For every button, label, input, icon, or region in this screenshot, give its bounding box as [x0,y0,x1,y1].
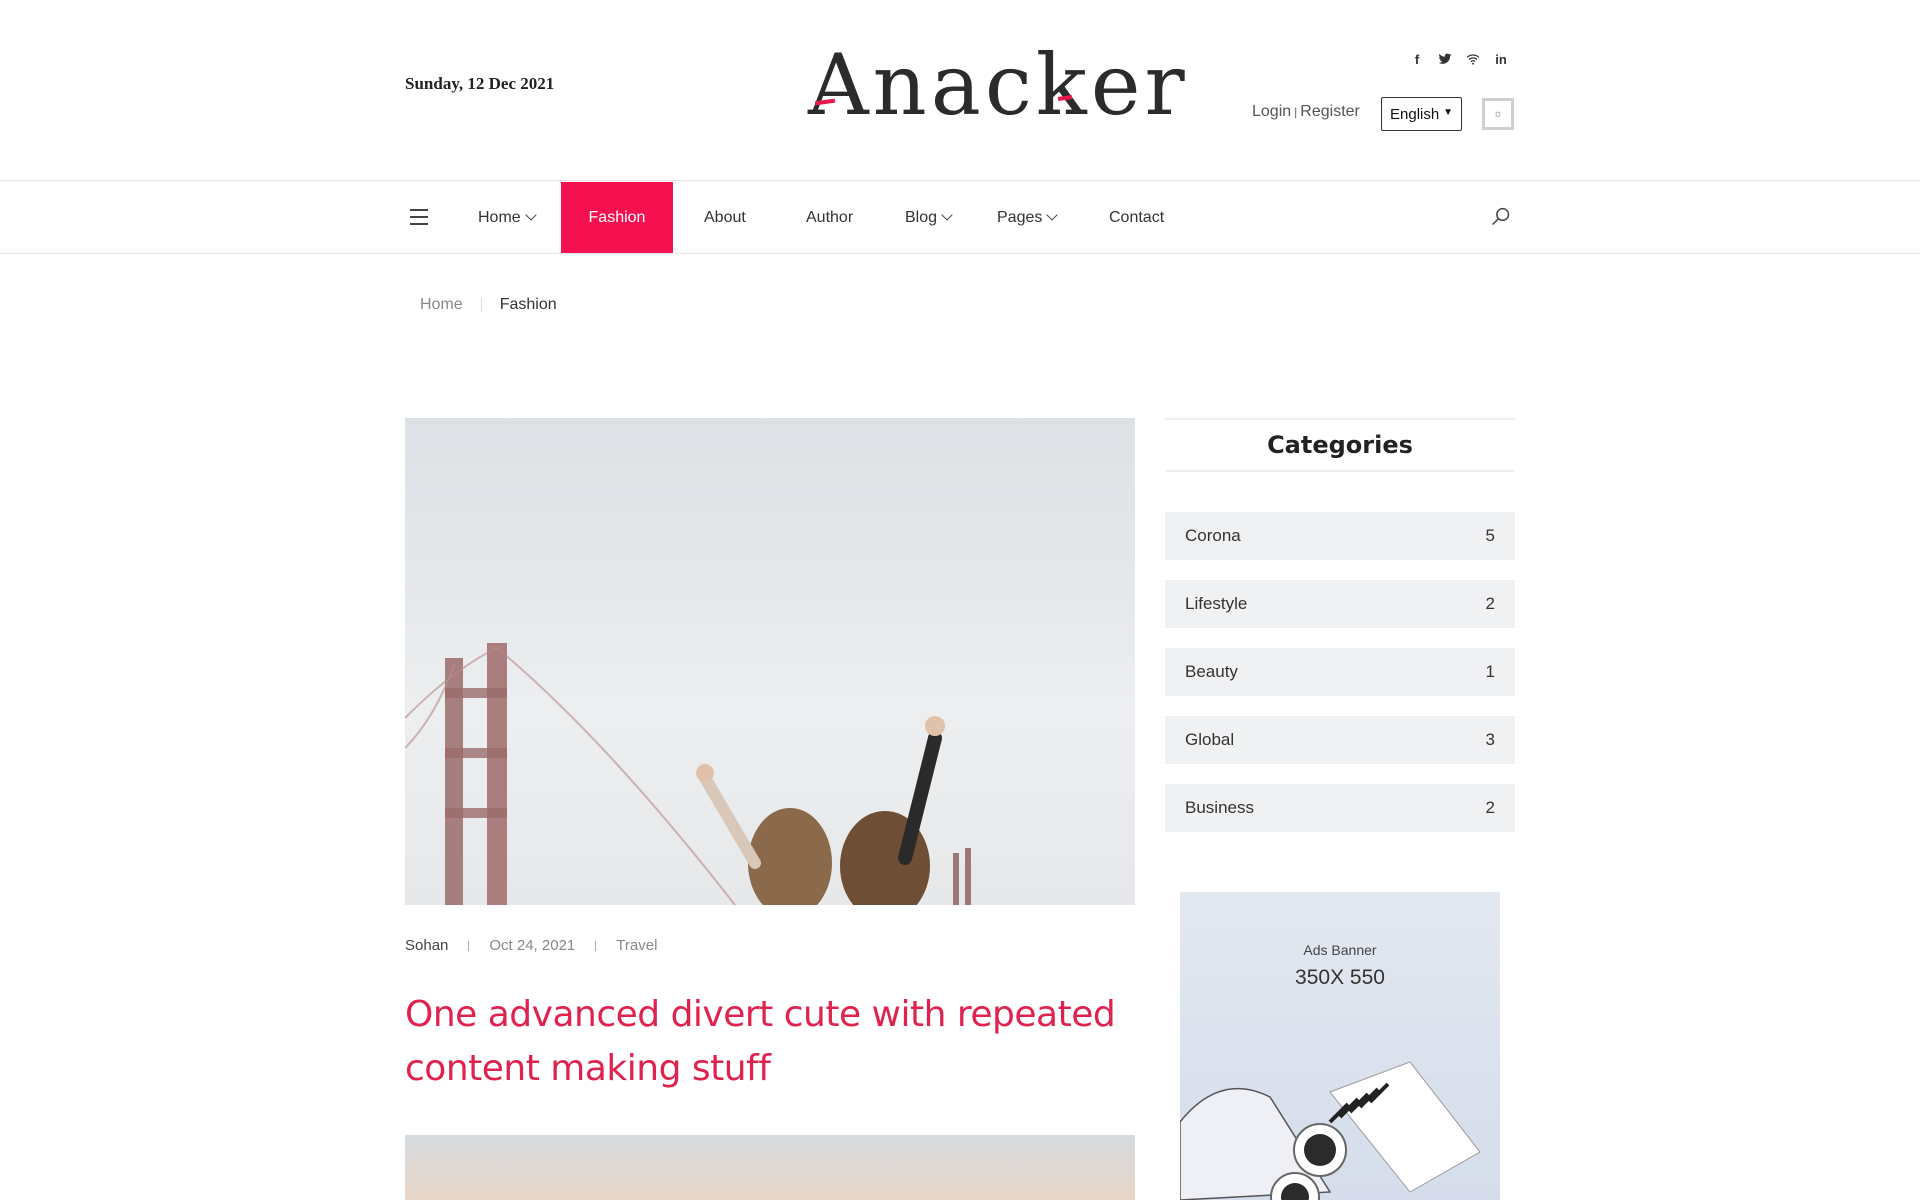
category-count: 2 [1485,798,1495,817]
nav-item-label: Blog [905,209,938,226]
site-logo[interactable]: Anacker [808,40,1185,130]
nav-item-about[interactable]: About [704,182,746,253]
meta-divider [468,941,470,952]
category-name: Business [1185,798,1254,817]
sun-icon: ☼ [1492,108,1504,120]
category-count: 5 [1485,526,1495,545]
category-item[interactable]: Beauty 1 [1165,648,1515,696]
post-featured-image[interactable] [405,418,1135,905]
theme-toggle-button[interactable]: ☼ [1482,98,1514,130]
post-title[interactable]: One advanced divert cute with repeated c… [405,988,1135,1096]
wifi-icon[interactable] [1466,52,1480,68]
auth-separator: | [1294,105,1298,119]
top-header: Sunday, 12 Dec 2021 Anacker f in Login | R… [0,0,1920,181]
facebook-icon[interactable]: f [1410,52,1424,68]
nav-item-home[interactable]: Home [478,182,537,253]
category-count: 1 [1485,662,1495,681]
nav-item-pages[interactable]: Pages [997,182,1059,253]
post-category[interactable]: Travel [616,937,657,954]
social-links: f in [1410,52,1508,68]
nav-item-label: About [704,209,746,226]
language-select[interactable]: English ▼ [1381,97,1462,131]
post-meta: Sohan Oct 24, 2021 Travel [405,937,657,954]
nav-item-blog[interactable]: Blog [905,182,953,253]
nav-item-label: Contact [1109,209,1165,226]
ads-banner-illustration [1180,1061,1481,1200]
nav-item-label: Pages [997,209,1043,226]
auth-links: Login | Register [1252,103,1360,121]
meta-divider [595,941,597,952]
breadcrumb-home[interactable]: Home [420,296,463,313]
breadcrumb-current: Fashion [499,296,557,313]
register-link[interactable]: Register [1300,103,1360,120]
nav-item-label: Author [806,209,854,226]
category-count: 2 [1485,594,1495,613]
category-name: Lifestyle [1185,594,1248,613]
search-icon[interactable] [1491,207,1511,227]
category-item[interactable]: Business 2 [1165,784,1515,832]
main-nav: Home Fashion About Author Blog Pages Con… [0,182,1920,254]
post-author[interactable]: Sohan [405,937,448,954]
nav-item-contact[interactable]: Contact [1109,182,1164,253]
chevron-down-icon [525,209,537,221]
language-value: English [1390,106,1440,123]
category-name: Beauty [1185,662,1238,681]
category-name: Global [1185,730,1235,749]
nav-item-author[interactable]: Author [806,182,853,253]
chevron-down-icon: ▼ [1443,107,1453,118]
chevron-down-icon [1046,209,1059,221]
breadcrumb: Home Fashion [420,296,557,314]
nav-item-label: Fashion [588,209,646,226]
category-item[interactable]: Lifestyle 2 [1165,580,1515,628]
category-item[interactable]: Global 3 [1165,716,1515,764]
ads-banner[interactable]: Ads Banner 350X 550 [1180,892,1500,1200]
nav-item-label: Home [478,209,521,226]
categories-heading: Categories [1165,418,1515,472]
chevron-down-icon [941,209,953,221]
login-link[interactable]: Login [1252,103,1291,120]
category-item[interactable]: Corona 5 [1165,512,1515,560]
hamburger-menu-icon[interactable] [410,209,428,225]
post-date: Oct 24, 2021 [489,937,576,954]
twitter-icon[interactable] [1438,52,1452,68]
linkedin-icon[interactable]: in [1494,52,1508,68]
breadcrumb-divider [480,297,482,312]
current-date: Sunday, 12 Dec 2021 [405,74,555,93]
category-count: 3 [1485,730,1495,749]
nav-item-fashion[interactable]: Fashion [561,182,673,253]
category-name: Corona [1185,526,1241,545]
next-post-image[interactable] [405,1135,1135,1200]
